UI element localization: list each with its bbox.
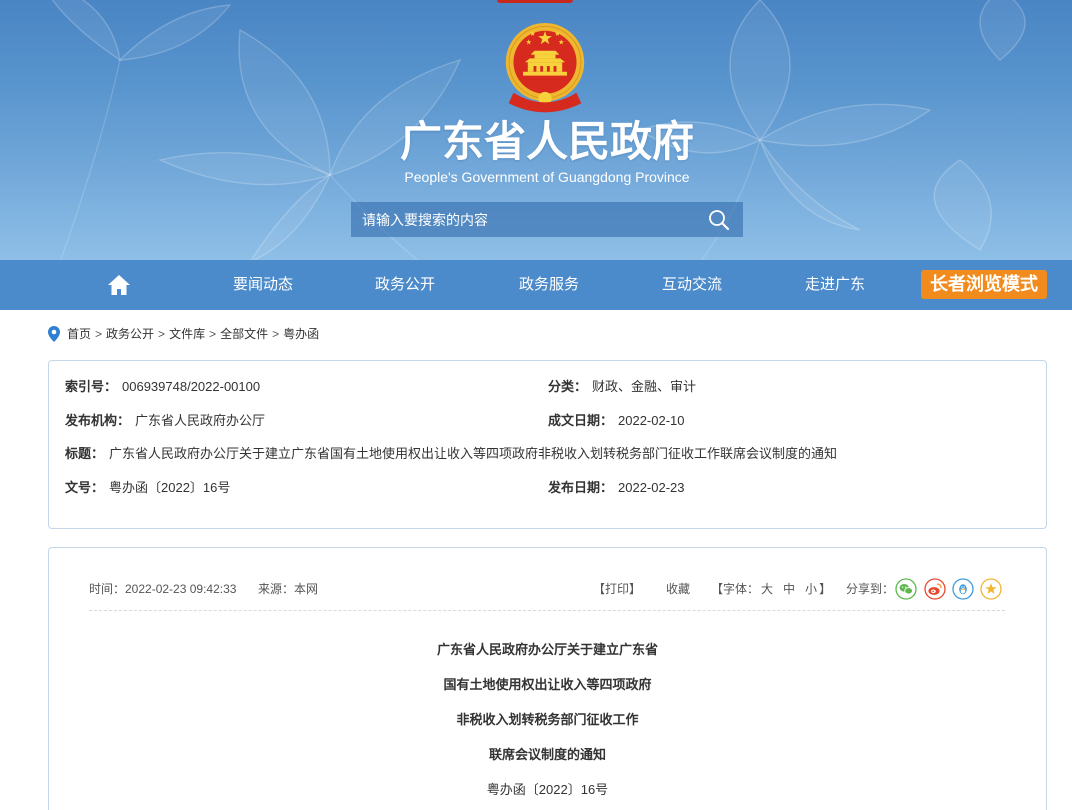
- article-source: 来源：本网: [258, 582, 319, 596]
- main-nav: 要闻动态 政务公开 政务服务 互动交流 走进广东 长者浏览模式: [0, 260, 1072, 310]
- article-panel: 时间：2022-02-23 09:42:33 来源：本网 【打印】 收藏 【字体…: [48, 547, 1047, 810]
- index-number-field: 索引号： 006939748/2022-00100: [65, 377, 260, 397]
- doc-number-label: 文号：: [65, 480, 105, 495]
- written-date-field: 成文日期： 2022-02-10: [548, 411, 685, 431]
- breadcrumb-item-file-library[interactable]: 文件库: [169, 327, 205, 341]
- nav-item-gov-open[interactable]: 政务公开: [355, 260, 455, 310]
- weibo-icon[interactable]: [924, 578, 946, 600]
- font-large-button[interactable]: 大: [761, 582, 773, 596]
- wechat-icon[interactable]: [895, 578, 917, 600]
- category-field: 分类： 财政、金融、审计: [548, 377, 696, 397]
- qzone-icon[interactable]: [980, 578, 1002, 600]
- written-date-value: 2022-02-10: [618, 413, 685, 428]
- breadcrumb-separator: >: [209, 327, 217, 341]
- breadcrumb-item-all-files[interactable]: 全部文件: [220, 327, 268, 341]
- article-title-line: 国有土地使用权出让收入等四项政府: [443, 677, 652, 692]
- breadcrumb-item-current[interactable]: 粤办函: [283, 327, 319, 341]
- doc-number-value: 粤办函〔2022〕16号: [109, 480, 231, 495]
- publisher-value: 广东省人民政府办公厅: [135, 413, 266, 428]
- publish-date-field: 发布日期： 2022-02-23: [548, 478, 685, 498]
- article-title-line: 联席会议制度的通知: [488, 747, 606, 762]
- article-title-line: 广东省人民政府办公厅关于建立广东省: [436, 642, 658, 657]
- site-header-banner: 广东省人民政府 People's Government of Guangdong…: [0, 0, 1072, 260]
- nav-item-interaction[interactable]: 互动交流: [642, 260, 742, 310]
- publish-date-label: 发布日期：: [548, 480, 614, 495]
- article-title: 广东省人民政府办公厅关于建立广东省 国有土地使用权出让收入等四项政府 非税收入划…: [49, 632, 1046, 772]
- nav-item-gov-service[interactable]: 政务服务: [499, 260, 599, 310]
- category-value: 财政、金融、审计: [592, 379, 697, 394]
- qq-icon[interactable]: [952, 578, 974, 600]
- meta-divider: [89, 610, 1005, 611]
- document-info-panel: 索引号： 006939748/2022-00100 分类： 财政、金融、审计 发布机…: [48, 360, 1047, 529]
- font-size-label: 【字体：: [711, 582, 760, 596]
- search-icon[interactable]: [708, 209, 730, 231]
- publisher-field: 发布机构： 广东省人民政府办公厅: [65, 411, 265, 431]
- share-label: 分享到：: [846, 582, 895, 596]
- home-icon[interactable]: [107, 274, 131, 296]
- font-small-button[interactable]: 小: [805, 582, 817, 596]
- article-doc-number: 粤办函〔2022〕16号: [486, 782, 609, 797]
- publish-date-value: 2022-02-23: [618, 480, 685, 495]
- nav-item-about-guangdong[interactable]: 走进广东: [785, 260, 885, 310]
- top-red-tab: [497, 0, 573, 3]
- publish-time: 时间：2022-02-23 09:42:33: [89, 582, 237, 596]
- search-bar: [351, 202, 743, 237]
- title-field: 标题： 广东省人民政府办公厅关于建立广东省国有土地使用权出让收入等四项政府非税收入…: [65, 444, 837, 464]
- title-label: 标题：: [65, 446, 105, 461]
- site-title: 广东省人民政府: [399, 118, 694, 165]
- font-medium-button[interactable]: 中: [783, 582, 795, 596]
- written-date-label: 成文日期：: [548, 413, 614, 428]
- national-emblem-icon: [505, 23, 585, 113]
- breadcrumb-separator: >: [95, 327, 103, 341]
- site-subtitle: People's Government of Guangdong Provinc…: [404, 169, 690, 185]
- breadcrumb-separator: >: [158, 327, 166, 341]
- publisher-label: 发布机构：: [65, 413, 131, 428]
- font-size-controls: 【字体：大中小】: [711, 579, 831, 599]
- breadcrumb-item-gov-open[interactable]: 政务公开: [106, 327, 154, 341]
- article-title-line: 非税收入划转税务部门征收工作: [456, 712, 639, 727]
- category-label: 分类：: [548, 379, 588, 394]
- font-size-close-bracket: 】: [819, 582, 832, 596]
- doc-number-field: 文号： 粤办函〔2022〕16号: [65, 478, 230, 498]
- index-number-value: 006939748/2022-00100: [122, 379, 261, 394]
- location-pin-icon: [48, 326, 60, 342]
- breadcrumb-separator: >: [272, 327, 280, 341]
- elder-mode-button[interactable]: 长者浏览模式: [921, 270, 1047, 299]
- title-value: 广东省人民政府办公厅关于建立广东省国有土地使用权出让收入等四项政府非税收入划转税…: [109, 446, 838, 461]
- favorite-button[interactable]: 收藏: [666, 579, 690, 599]
- search-input[interactable]: [351, 202, 701, 237]
- print-button[interactable]: 【打印】: [593, 579, 641, 599]
- index-number-label: 索引号：: [65, 379, 118, 394]
- breadcrumb-item-home[interactable]: 首页: [67, 327, 91, 341]
- breadcrumb: 首页 > 政务公开 > 文件库 > 全部文件 > 粤办函: [67, 324, 319, 344]
- nav-item-news[interactable]: 要闻动态: [213, 260, 313, 310]
